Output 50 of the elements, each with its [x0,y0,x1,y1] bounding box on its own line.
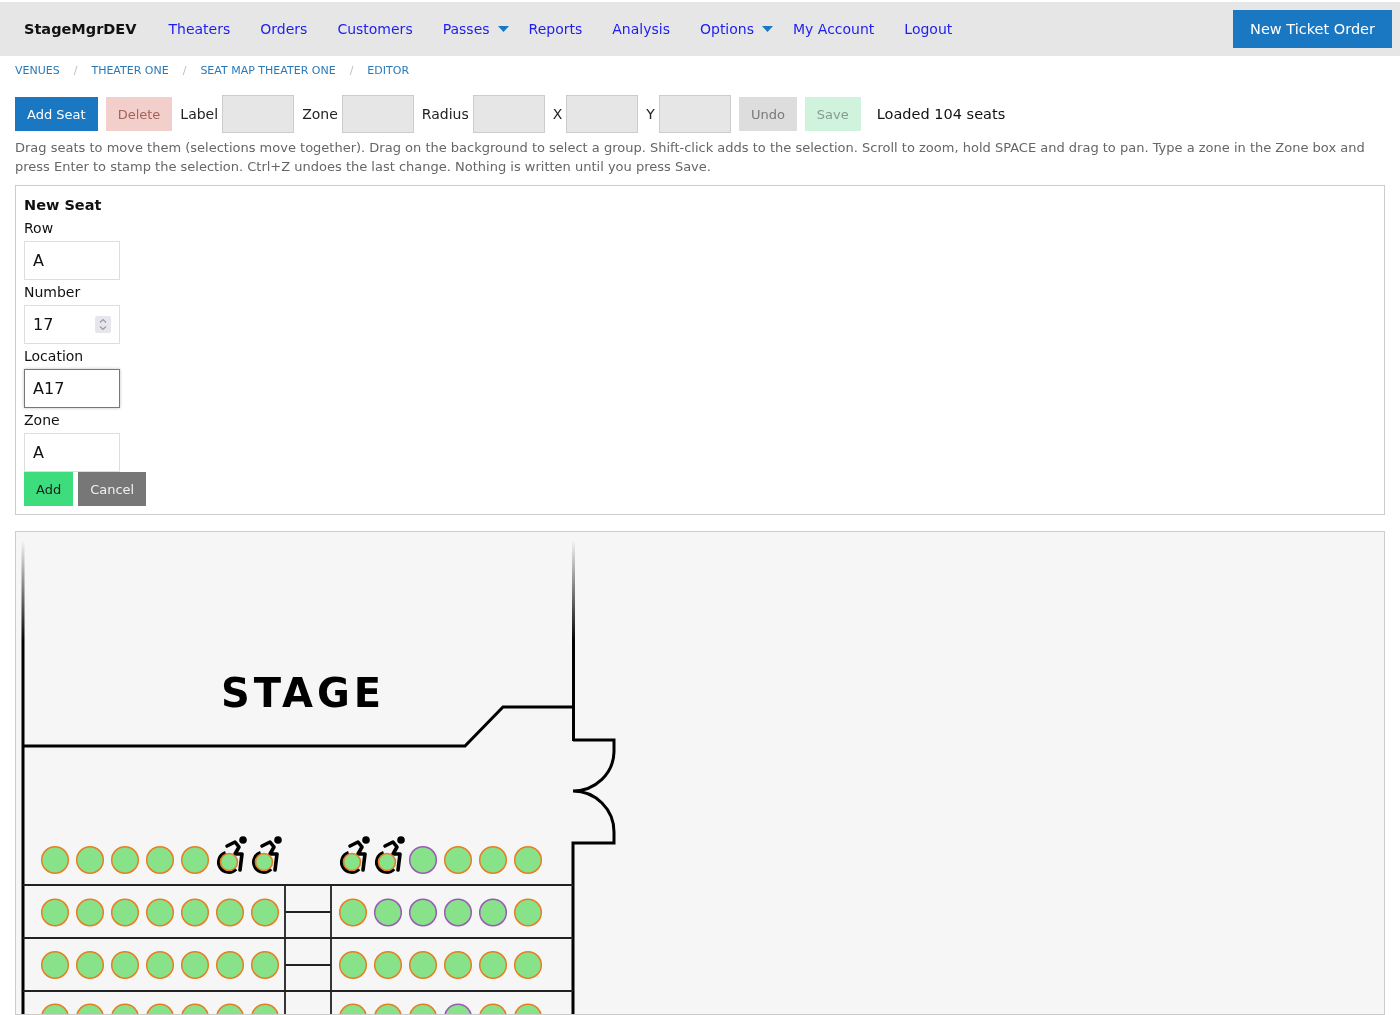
nav-link[interactable]: Customers [322,21,428,37]
nav-dropdown[interactable]: Options [684,21,778,37]
caret-icon [497,26,509,32]
field-label: Location [24,347,85,366]
wheelchair-icon [217,836,247,874]
caret-icon [762,26,773,32]
seat[interactable] [254,852,274,872]
nav-link[interactable]: Orders [245,21,323,37]
breadcrumb-link[interactable]: THEATER ONE [91,64,169,78]
seat[interactable] [377,852,397,872]
input-field[interactable]: A [24,241,120,280]
breadcrumb-separator: / [73,64,78,78]
field-label: Zone [302,106,338,122]
field-label: Label [180,106,219,122]
field-label: Y [646,106,655,122]
breadcrumb-link[interactable]: SEAT MAP THEATER ONE [200,64,336,78]
breadcrumb-separator: / [182,64,187,78]
nav-link[interactable]: Analysis [597,21,685,37]
new-order-button[interactable]: New Ticket Order [1233,10,1392,48]
seat-map-canvas[interactable]: STAGE [15,531,1385,1015]
wheelchair-icon [340,836,370,874]
brand-name[interactable]: StageMgrDEV [24,21,137,37]
field-label: Number [24,283,82,302]
status-text: Loaded 104 seats [876,106,1006,122]
nav-link[interactable]: Logout [889,21,968,37]
stage-label: STAGE [220,670,386,716]
nav-link[interactable]: My Account [778,21,890,37]
field-label: Row [24,219,55,238]
help-text: Drag seats to move them (selections move together). Drag on the background to select a group. Shift-click adds to the selection. Scroll to zoom, hold SPACE and drag to pan. Type a zone in the Zone box and press Enter to stamp the selection. Ctrl+Z undoes the last change. Nothing is written until you press Save. [15,139,1366,176]
field-label: Zone [24,411,61,430]
wheelchair-icon [375,836,405,874]
form-button[interactable]: Add [24,472,74,506]
breadcrumb-separator: / [349,64,354,78]
input-field[interactable]: A [24,433,120,472]
seat[interactable] [342,852,362,872]
field-label: Radius [421,106,469,122]
field-label: X [552,106,563,122]
stepper-icon[interactable] [95,316,111,333]
seat[interactable] [219,852,239,872]
nav-link[interactable]: Reports [513,21,598,37]
wheelchair-icon [252,836,282,874]
form-button[interactable]: Cancel [78,472,147,506]
breadcrumb-link[interactable]: VENUES [15,64,60,78]
toolbar-button[interactable]: Add Seat [15,97,98,131]
nav-dropdown[interactable]: Passes [427,21,514,37]
input-field[interactable]: A17 [24,369,120,408]
breadcrumb-link[interactable]: EDITOR [367,64,410,78]
nav-link[interactable]: Theaters [153,21,246,37]
panel-title: New Seat [24,196,103,215]
number-field[interactable]: 17 [24,305,120,344]
